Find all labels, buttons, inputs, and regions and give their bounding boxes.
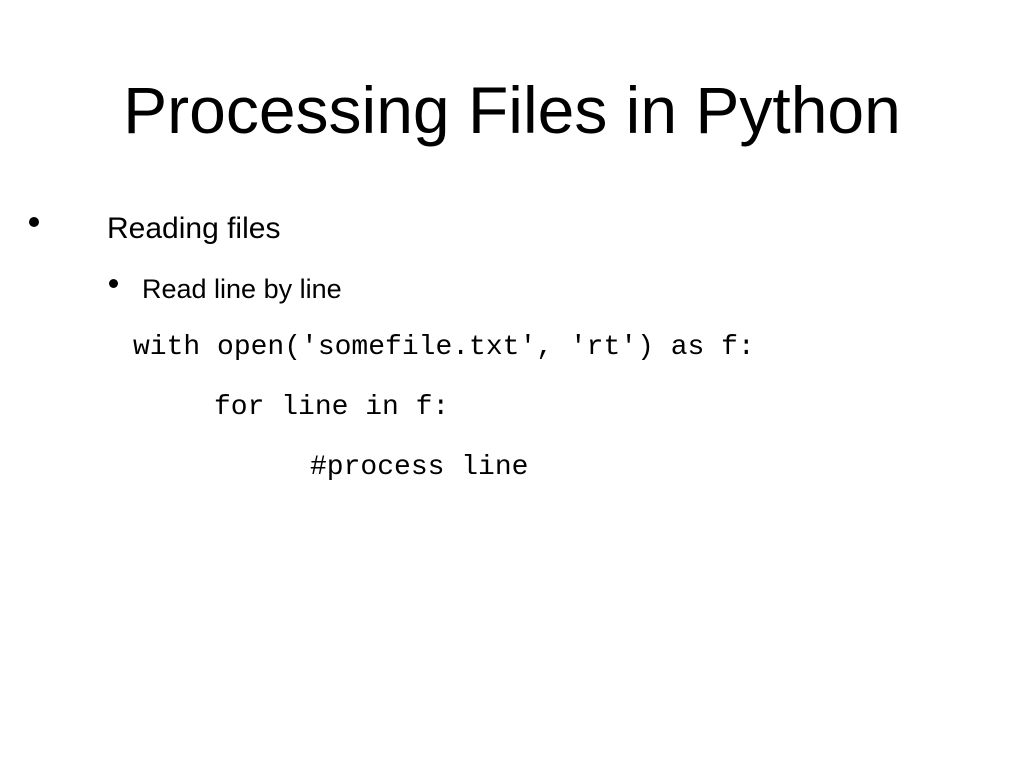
sub-bullet-icon (109, 279, 118, 288)
code-line: with open('somefile.txt', 'rt') as f: (133, 332, 755, 363)
code-line: for line in f: (214, 392, 450, 423)
bullet-icon (29, 217, 39, 227)
bullet-text: Reading files (107, 212, 281, 245)
slide-title: Processing Files in Python (123, 73, 901, 147)
sub-bullet-text: Read line by line (142, 274, 342, 304)
code-line: #process line (310, 452, 529, 483)
sub-bullet-item: Read line by line (109, 270, 342, 308)
bullet-item: Reading files (29, 209, 281, 249)
